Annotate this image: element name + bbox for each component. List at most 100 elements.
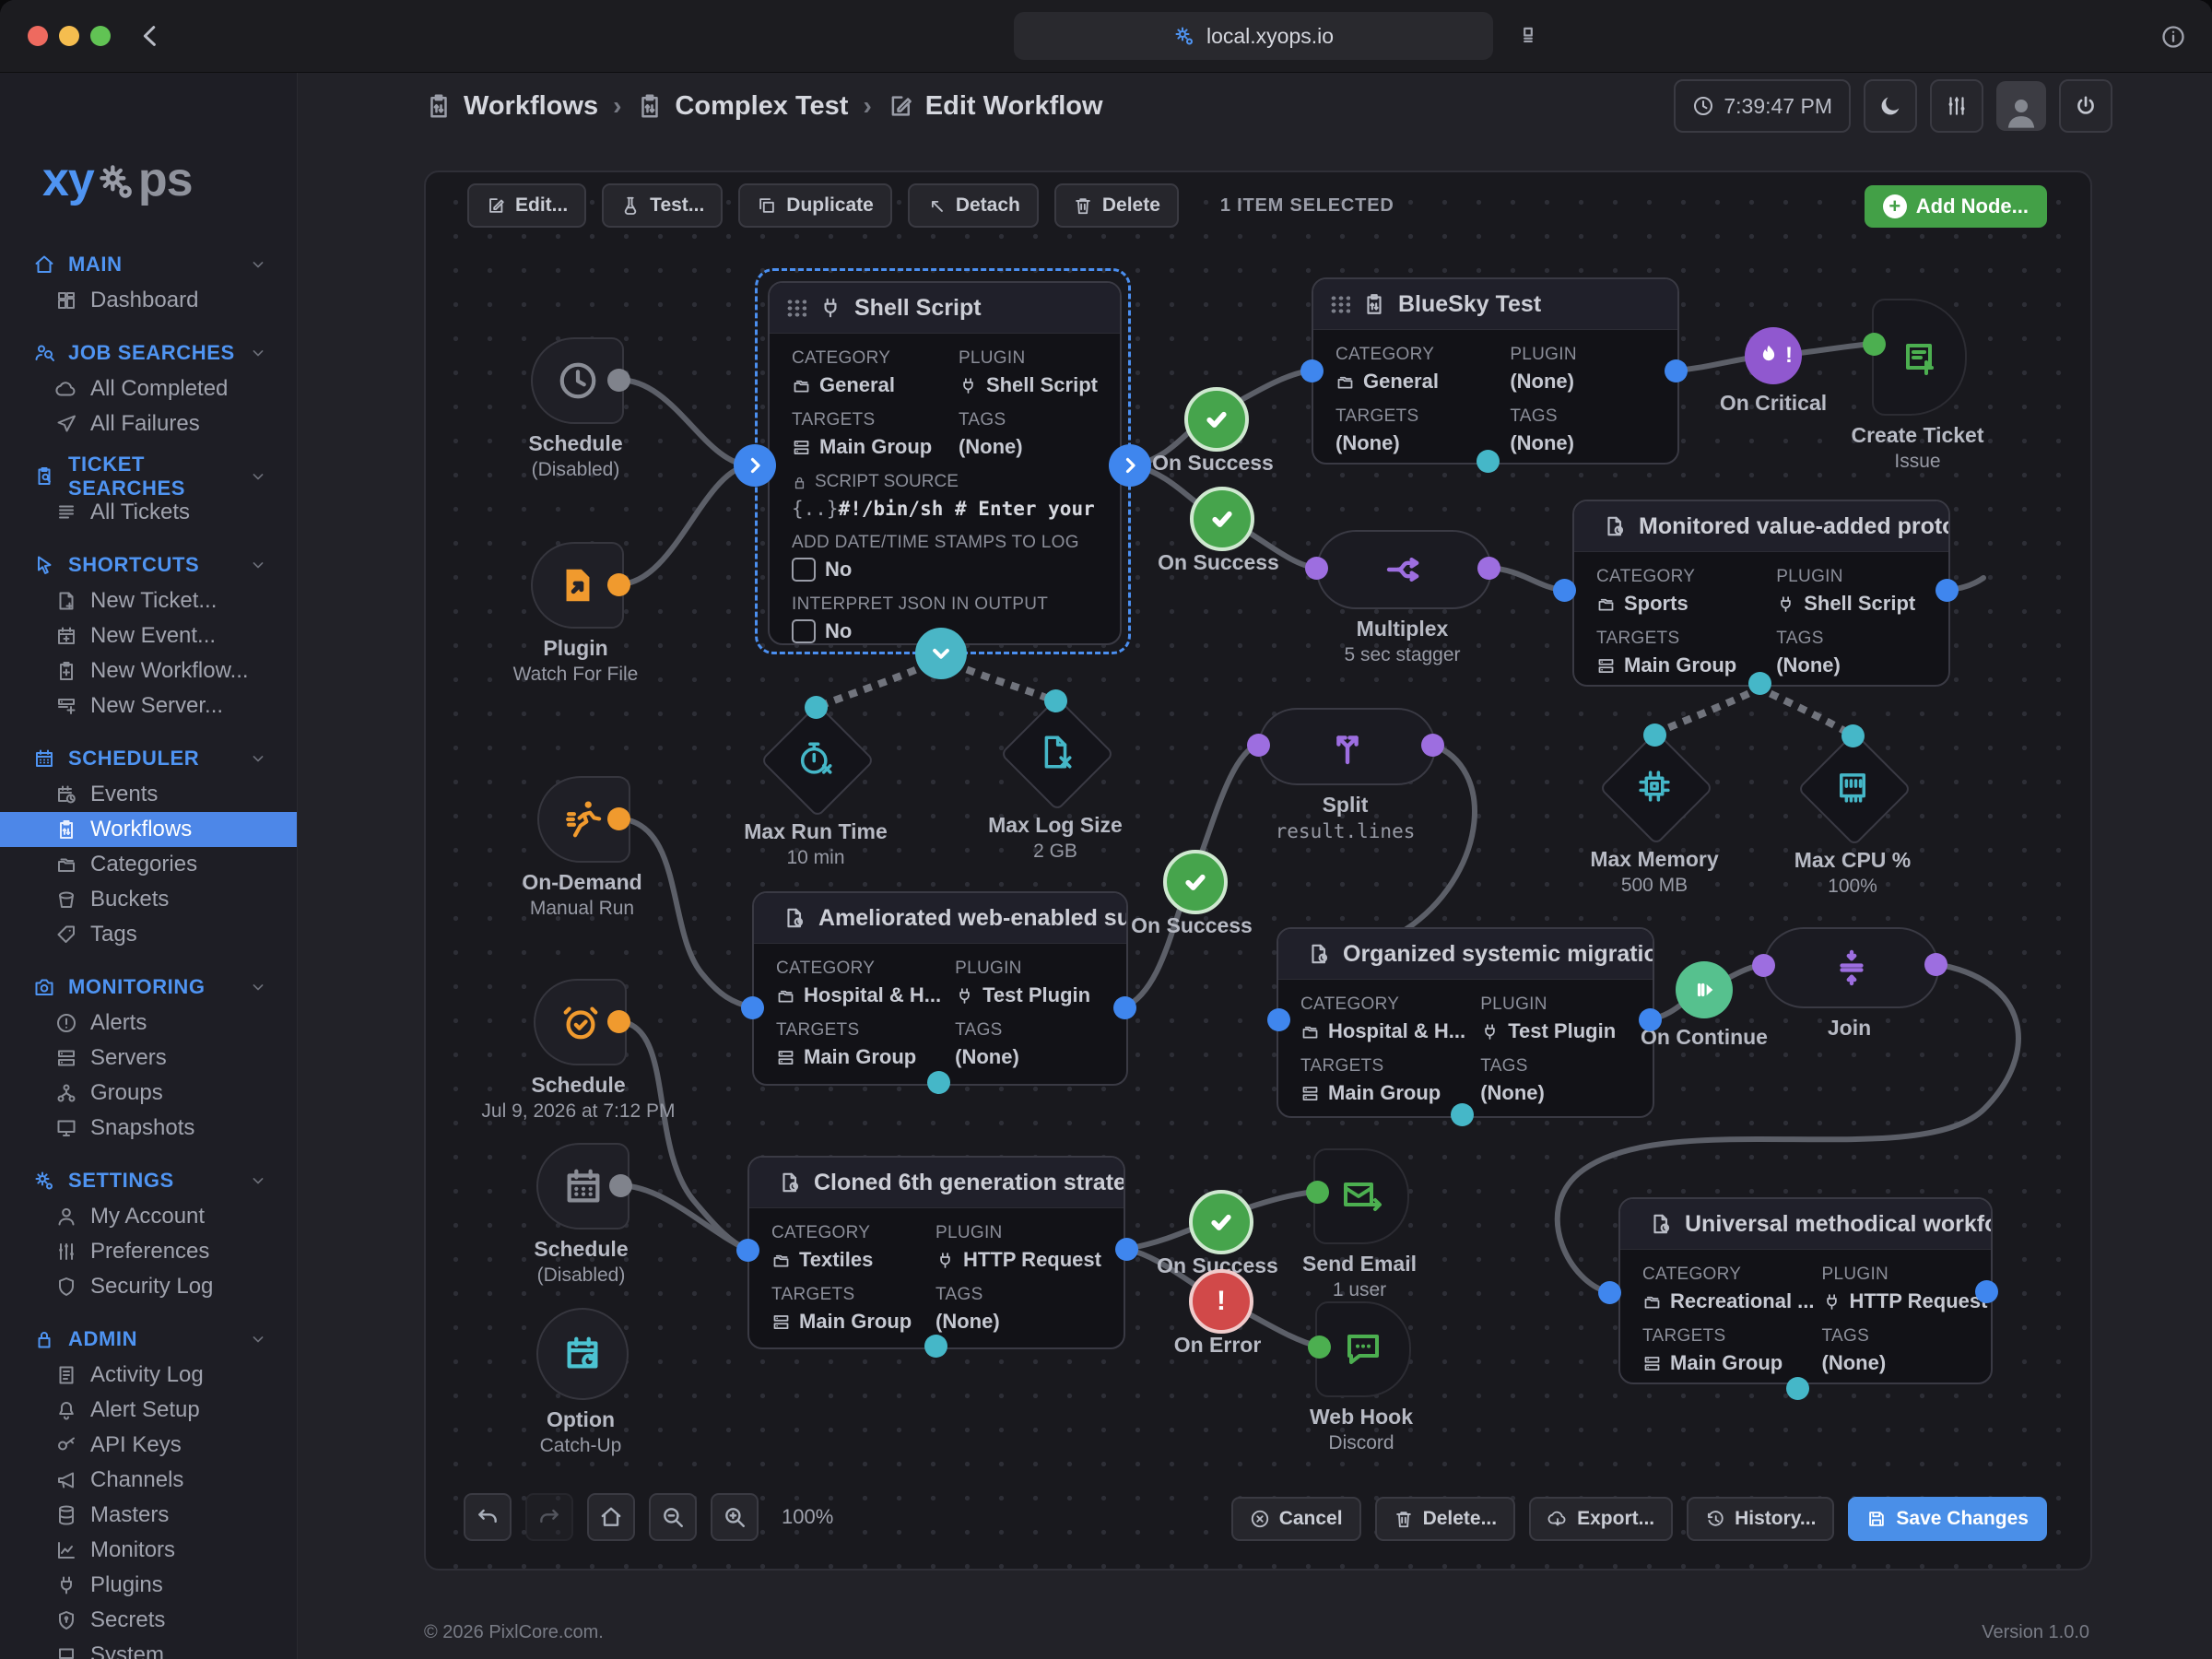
port-blue[interactable] [1113,996,1136,1019]
sidebar-item-new-ticket[interactable]: New Ticket... [0,583,297,618]
port-purple[interactable] [1421,734,1444,757]
sidebar-section-scheduler[interactable]: SCHEDULER [0,740,297,777]
sidebar-item-alerts[interactable]: Alerts [0,1006,297,1041]
port-teal[interactable] [1786,1377,1809,1400]
back-button[interactable] [136,22,164,50]
node-header[interactable]: BlueSky Test [1313,279,1677,330]
port-purple[interactable] [1477,557,1500,580]
node-max-cpu[interactable] [1799,734,1906,841]
add-node-button[interactable]: + Add Node... [1865,185,2047,228]
breadcrumb-workflows[interactable]: Workflows [425,91,598,122]
checkbox-icon[interactable] [792,619,816,643]
port-gray[interactable] [607,369,630,392]
node-header[interactable]: Organized systemic migration [1278,929,1653,980]
zoom-out-button[interactable] [649,1493,697,1541]
node-join[interactable] [1763,927,1939,1008]
sidebar-item-monitors[interactable]: Monitors [0,1533,297,1568]
preferences-button[interactable] [1930,79,1983,133]
checkbox-icon[interactable] [792,558,816,582]
port-teal[interactable] [924,1335,947,1358]
drag-handle-icon[interactable] [1330,295,1350,313]
test-button[interactable]: Test... [602,183,723,228]
undo-button[interactable] [464,1493,512,1541]
port-teal[interactable] [1044,689,1067,712]
port-blue[interactable] [1115,1238,1138,1261]
badge-on-critical[interactable]: ! [1745,327,1802,384]
sidebar-item-new-workflow[interactable]: New Workflow... [0,653,297,688]
breadcrumb-edit-workflow[interactable]: Edit Workflow [887,91,1103,122]
sidebar-item-system[interactable]: System [0,1638,297,1659]
sidebar-item-workflows[interactable]: Workflows [0,812,297,847]
sidebar-item-tags[interactable]: Tags [0,917,297,952]
cancel-button[interactable]: Cancel [1231,1497,1361,1541]
sidebar-item-my-account[interactable]: My Account [0,1199,297,1234]
sidebar-section-job-searches[interactable]: JOB SEARCHES [0,335,297,371]
port-teal[interactable] [805,696,828,719]
node-split[interactable] [1258,708,1436,785]
sidebar-item-masters[interactable]: Masters [0,1498,297,1533]
detach-button[interactable]: Detach [908,183,1039,228]
breadcrumb-complex-test[interactable]: Complex Test [636,91,848,122]
port-green[interactable] [1308,1335,1331,1359]
sidebar-item-api-keys[interactable]: API Keys [0,1428,297,1463]
port-teal[interactable] [927,1071,950,1094]
port-gray[interactable] [609,1174,632,1197]
sidebar-section-settings[interactable]: SETTINGS [0,1162,297,1199]
port-blue[interactable] [1267,1008,1290,1031]
sidebar-item-servers[interactable]: Servers [0,1041,297,1076]
delete-button[interactable]: Delete... [1375,1497,1516,1541]
delete-button[interactable]: Delete [1054,183,1179,228]
sidebar-item-dashboard[interactable]: Dashboard [0,283,297,318]
node-header[interactable]: Cloned 6th generation strategy [749,1158,1124,1208]
sidebar-item-categories[interactable]: Categories [0,847,297,882]
sidebar-item-channels[interactable]: Channels [0,1463,297,1498]
drag-handle-icon[interactable] [786,299,806,317]
port-green[interactable] [1306,1181,1329,1204]
badge-on-success[interactable] [1189,1190,1253,1254]
port-teal[interactable] [1841,724,1865,747]
node-cloned-strategy[interactable]: Cloned 6th generation strategyCATEGORYTe… [747,1156,1125,1349]
port-orange[interactable] [607,1010,630,1033]
port-orange[interactable] [607,807,630,830]
tab-overview-icon[interactable] [1516,24,1540,48]
avatar[interactable] [1996,81,2046,131]
workflow-canvas[interactable]: Edit...Test...DuplicateDetachDelete1 ITE… [424,171,2092,1571]
port-blue[interactable] [1975,1280,1998,1303]
sidebar-item-all-failures[interactable]: All Failures [0,406,297,441]
sidebar-item-secrets[interactable]: Secrets [0,1603,297,1638]
port-teal[interactable] [1748,672,1771,695]
port-purple[interactable] [1924,953,1947,976]
sidebar-section-shortcuts[interactable]: SHORTCUTS [0,547,297,583]
sidebar-item-activity-log[interactable]: Activity Log [0,1358,297,1393]
address-bar[interactable]: local.xyops.io [1014,12,1493,60]
node-organized-migration[interactable]: Organized systemic migrationCATEGORYHosp… [1277,927,1654,1118]
port-teal[interactable] [1643,724,1666,747]
node-create-ticket[interactable] [1872,299,1967,416]
port-teal[interactable] [1451,1103,1474,1126]
node-ameliorated-success[interactable]: Ameliorated web-enabled successCATEGORYH… [752,891,1128,1086]
redo-button[interactable] [525,1493,573,1541]
info-icon[interactable] [2160,24,2186,50]
sidebar-item-new-server[interactable]: New Server... [0,688,297,724]
save-button[interactable]: Save Changes [1848,1497,2047,1541]
sidebar-item-preferences[interactable]: Preferences [0,1234,297,1269]
node-max-run-time[interactable] [762,705,869,812]
sidebar-item-plugins[interactable]: Plugins [0,1568,297,1603]
port-blue[interactable] [1665,359,1688,382]
node-multiplex[interactable] [1316,530,1492,609]
port-purple[interactable] [1752,954,1775,977]
sidebar-section-main[interactable]: MAIN [0,246,297,283]
port-purple[interactable] [1305,557,1328,580]
port-blue[interactable] [1598,1281,1621,1304]
badge-on-error[interactable]: ! [1189,1269,1253,1334]
port-purple[interactable] [1247,734,1270,757]
logout-button[interactable] [2059,79,2112,133]
port-blue[interactable] [1300,359,1324,382]
export-button[interactable]: Export... [1529,1497,1673,1541]
node-monitored-protocol[interactable]: Monitored value-added protocolCATEGORYSp… [1572,500,1950,687]
port-green[interactable] [1863,333,1886,356]
close-window-button[interactable] [28,26,48,46]
zoom-in-button[interactable] [711,1493,759,1541]
node-header[interactable]: Ameliorated web-enabled success [754,893,1126,944]
edit-button[interactable]: Edit... [467,183,586,228]
